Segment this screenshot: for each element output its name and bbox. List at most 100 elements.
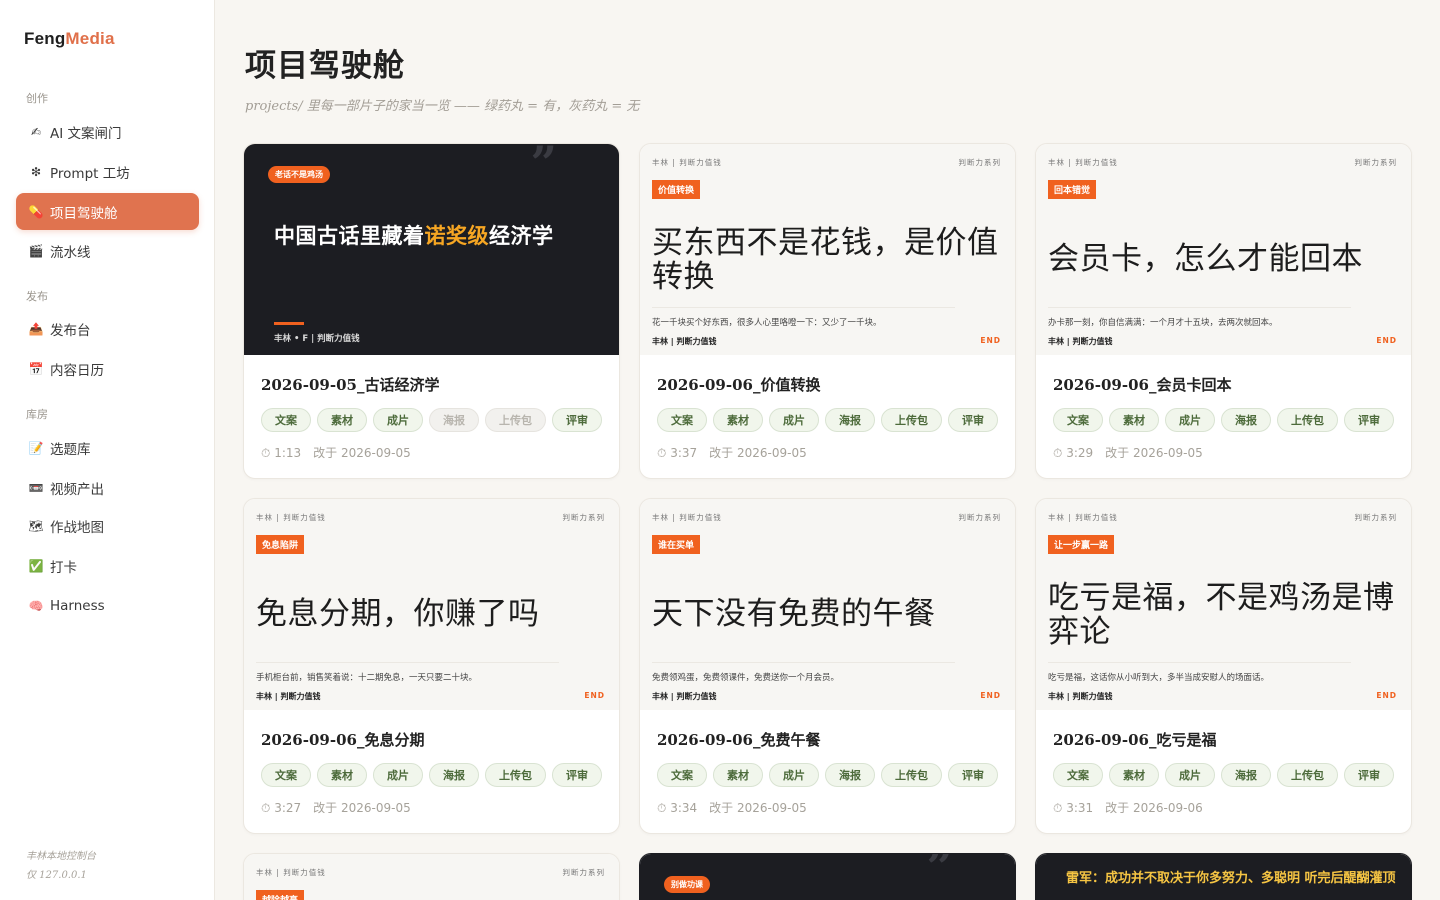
sidebar-item-content-calendar[interactable]: 📅 内容日历 <box>16 350 199 387</box>
asset-chip-3[interactable]: 海报 <box>1221 763 1271 787</box>
asset-chip-3[interactable]: 海报 <box>825 408 875 432</box>
asset-chip-0[interactable]: 文案 <box>261 408 311 432</box>
asset-chip-0[interactable]: 文案 <box>1053 763 1103 787</box>
thumbnail-footer: 丰林 • F | 判断力值钱 <box>274 334 360 344</box>
asset-chip-4[interactable]: 上传包 <box>485 408 546 432</box>
asset-chip-5[interactable]: 评审 <box>552 763 602 787</box>
thumbnail-series: 判断力系列 <box>958 158 1001 167</box>
project-meta: ⏱ 3:31 改于 2026-09-06 <box>1053 799 1203 816</box>
asset-chip-0[interactable]: 文案 <box>657 408 707 432</box>
sidebar-item-label: AI 文案闸门 <box>50 125 122 142</box>
project-card[interactable]: 丰林 | 判断力值钱 判断力系列 价值转换 买东西不是花钱，是价值转换 花一千块… <box>639 143 1016 479</box>
thumbnail-end-mark: END <box>584 691 605 700</box>
asset-chip-4[interactable]: 上传包 <box>485 763 546 787</box>
asset-chip-2[interactable]: 成片 <box>1165 408 1215 432</box>
asset-chip-5[interactable]: 评审 <box>948 763 998 787</box>
thumbnail-end-mark: END <box>1376 336 1397 345</box>
sidebar-item-battle-map[interactable]: 🗺 作战地图 <box>16 507 199 544</box>
brain-icon: 🧠 <box>28 598 44 613</box>
divider <box>1048 662 1351 663</box>
sidebar-item-project-cockpit[interactable]: 💊 项目驾驶舱 <box>16 193 199 230</box>
brand-logo[interactable]: FengMedia <box>24 29 115 49</box>
duration: 3:31 <box>1066 801 1094 815</box>
project-card[interactable]: 丰林 | 判断力值钱 判断力系列 让一步赢一路 吃亏是福，不是鸡汤是博弈论 吃亏… <box>1035 498 1412 834</box>
asset-chip-4[interactable]: 上传包 <box>881 408 942 432</box>
project-card[interactable]: ” 老话不是鸡汤 中国古话里藏着诺奖级经济学 丰林 • F | 判断力值钱 20… <box>243 143 620 479</box>
asset-chip-5[interactable]: 评审 <box>948 408 998 432</box>
asset-chip-3[interactable]: 海报 <box>825 763 875 787</box>
headline-highlight: 诺奖级 <box>424 224 489 248</box>
thumbnail-channel: 丰林 | 判断力值钱 <box>1048 158 1118 167</box>
sidebar-item-publish-desk[interactable]: 📤 发布台 <box>16 310 199 347</box>
asset-chip-2[interactable]: 成片 <box>373 763 423 787</box>
project-title: 2026-09-06_会员卡回本 <box>1053 376 1232 394</box>
modified-date: 改于 2026-09-06 <box>1105 801 1203 815</box>
pill-icon: 💊 <box>28 204 44 219</box>
asset-chip-1[interactable]: 素材 <box>1109 408 1159 432</box>
thumbnail-footer: 丰林 | 判断力值钱 <box>652 692 717 701</box>
asset-chip-1[interactable]: 素材 <box>1109 763 1159 787</box>
sidebar-item-label: 打卡 <box>50 559 77 576</box>
asset-chip-0[interactable]: 文案 <box>261 763 311 787</box>
sidebar-item-label: 发布台 <box>50 322 91 339</box>
sidebar-item-pipeline[interactable]: 🎬 流水线 <box>16 232 199 269</box>
sidebar-item-check-in[interactable]: ✅ 打卡 <box>16 547 199 584</box>
asset-chip-4[interactable]: 上传包 <box>881 763 942 787</box>
thumbnail-tag: 价值转换 <box>652 180 701 199</box>
divider <box>652 307 955 308</box>
asset-chip-2[interactable]: 成片 <box>769 408 819 432</box>
project-thumbnail: 丰林 | 判断力值钱 判断力系列 谁在买单 天下没有免费的午餐 免费领鸡蛋，免费… <box>640 499 1015 710</box>
project-meta: ⏱ 3:37 改于 2026-09-05 <box>657 444 807 461</box>
asset-chip-0[interactable]: 文案 <box>657 763 707 787</box>
brand-part-2: Media <box>65 29 115 48</box>
quote-mark: ” <box>926 854 953 894</box>
asset-chip-2[interactable]: 成片 <box>769 763 819 787</box>
modified-date: 改于 2026-09-05 <box>313 446 411 460</box>
sidebar-item-video-output[interactable]: 📼 视频产出 <box>16 469 199 506</box>
project-thumbnail: ” 老话不是鸡汤 中国古话里藏着诺奖级经济学 丰林 • F | 判断力值钱 <box>244 144 619 355</box>
asset-chip-3[interactable]: 海报 <box>429 408 479 432</box>
sidebar: FengMedia 创作 ✍ AI 文案闸门 ❇ Prompt 工坊 💊 项目驾驶舱 … <box>0 0 215 900</box>
asset-chip-1[interactable]: 素材 <box>713 763 763 787</box>
sidebar-item-label: 作战地图 <box>50 519 104 536</box>
clock-icon: ⏱ <box>1053 446 1063 460</box>
thumbnail-footer: 丰林 | 判断力值钱 <box>256 692 321 701</box>
asset-chip-5[interactable]: 评审 <box>552 408 602 432</box>
asset-chip-5[interactable]: 评审 <box>1344 408 1394 432</box>
thumbnail-end-mark: END <box>980 336 1001 345</box>
clock-icon: ⏱ <box>657 446 667 460</box>
sidebar-item-harness[interactable]: 🧠 Harness <box>16 587 199 624</box>
project-thumbnail: 丰林 | 判断力值钱 判断力系列 越除越亮 <box>244 854 619 900</box>
sidebar-item-ai-copy-gate[interactable]: ✍ AI 文案闸门 <box>16 113 199 150</box>
thumbnail-description: 免费领鸡蛋，免费领课件，免费送你一个月会员。 <box>652 673 840 683</box>
asset-chip-4[interactable]: 上传包 <box>1277 408 1338 432</box>
asset-chip-2[interactable]: 成片 <box>373 408 423 432</box>
sidebar-item-topic-library[interactable]: 📝 选题库 <box>16 429 199 466</box>
thumbnail-channel: 丰林 | 判断力值钱 <box>652 158 722 167</box>
project-card[interactable]: 丰林 | 判断力值钱 判断力系列 免息陷阱 免息分期，你赚了吗 手机柜台前，销售… <box>243 498 620 834</box>
project-title: 2026-09-06_免息分期 <box>261 731 425 749</box>
footer-console-label: 丰林本地控制台 <box>26 851 96 862</box>
asset-chip-0[interactable]: 文案 <box>1053 408 1103 432</box>
asset-chip-5[interactable]: 评审 <box>1344 763 1394 787</box>
project-card[interactable]: 丰林 | 判断力值钱 判断力系列 回本错觉 会员卡，怎么才能回本 办卡那一刻，你… <box>1035 143 1412 479</box>
asset-chip-4[interactable]: 上传包 <box>1277 763 1338 787</box>
asset-chip-1[interactable]: 素材 <box>317 408 367 432</box>
project-card[interactable]: ” 别做功课 <box>639 853 1016 900</box>
sidebar-item-prompt-workshop[interactable]: ❇ Prompt 工坊 <box>16 153 199 190</box>
thumbnail-headline: 吃亏是福，不是鸡汤是博弈论 <box>1048 580 1395 650</box>
duration: 3:29 <box>1066 446 1094 460</box>
sidebar-item-label: 项目驾驶舱 <box>50 205 118 222</box>
asset-chip-1[interactable]: 素材 <box>317 763 367 787</box>
project-title: 2026-09-06_吃亏是福 <box>1053 731 1217 749</box>
project-card[interactable]: 雷军：成功并不取决于你多努力、多聪明 听完后醍醐灌顶 <box>1035 853 1412 900</box>
thumbnail-description: 吃亏是福，这话你从小听到大，多半当成安慰人的场面话。 <box>1048 673 1270 683</box>
asset-chip-1[interactable]: 素材 <box>713 408 763 432</box>
asset-chip-3[interactable]: 海报 <box>1221 408 1271 432</box>
asset-chip-2[interactable]: 成片 <box>1165 763 1215 787</box>
project-card[interactable]: 丰林 | 判断力值钱 判断力系列 谁在买单 天下没有免费的午餐 免费领鸡蛋，免费… <box>639 498 1016 834</box>
thumbnail-pill: 别做功课 <box>664 876 710 893</box>
project-card[interactable]: 丰林 | 判断力值钱 判断力系列 越除越亮 <box>243 853 620 900</box>
asset-chips: 文案 素材 成片 海报 上传包 评审 <box>657 763 998 787</box>
asset-chip-3[interactable]: 海报 <box>429 763 479 787</box>
